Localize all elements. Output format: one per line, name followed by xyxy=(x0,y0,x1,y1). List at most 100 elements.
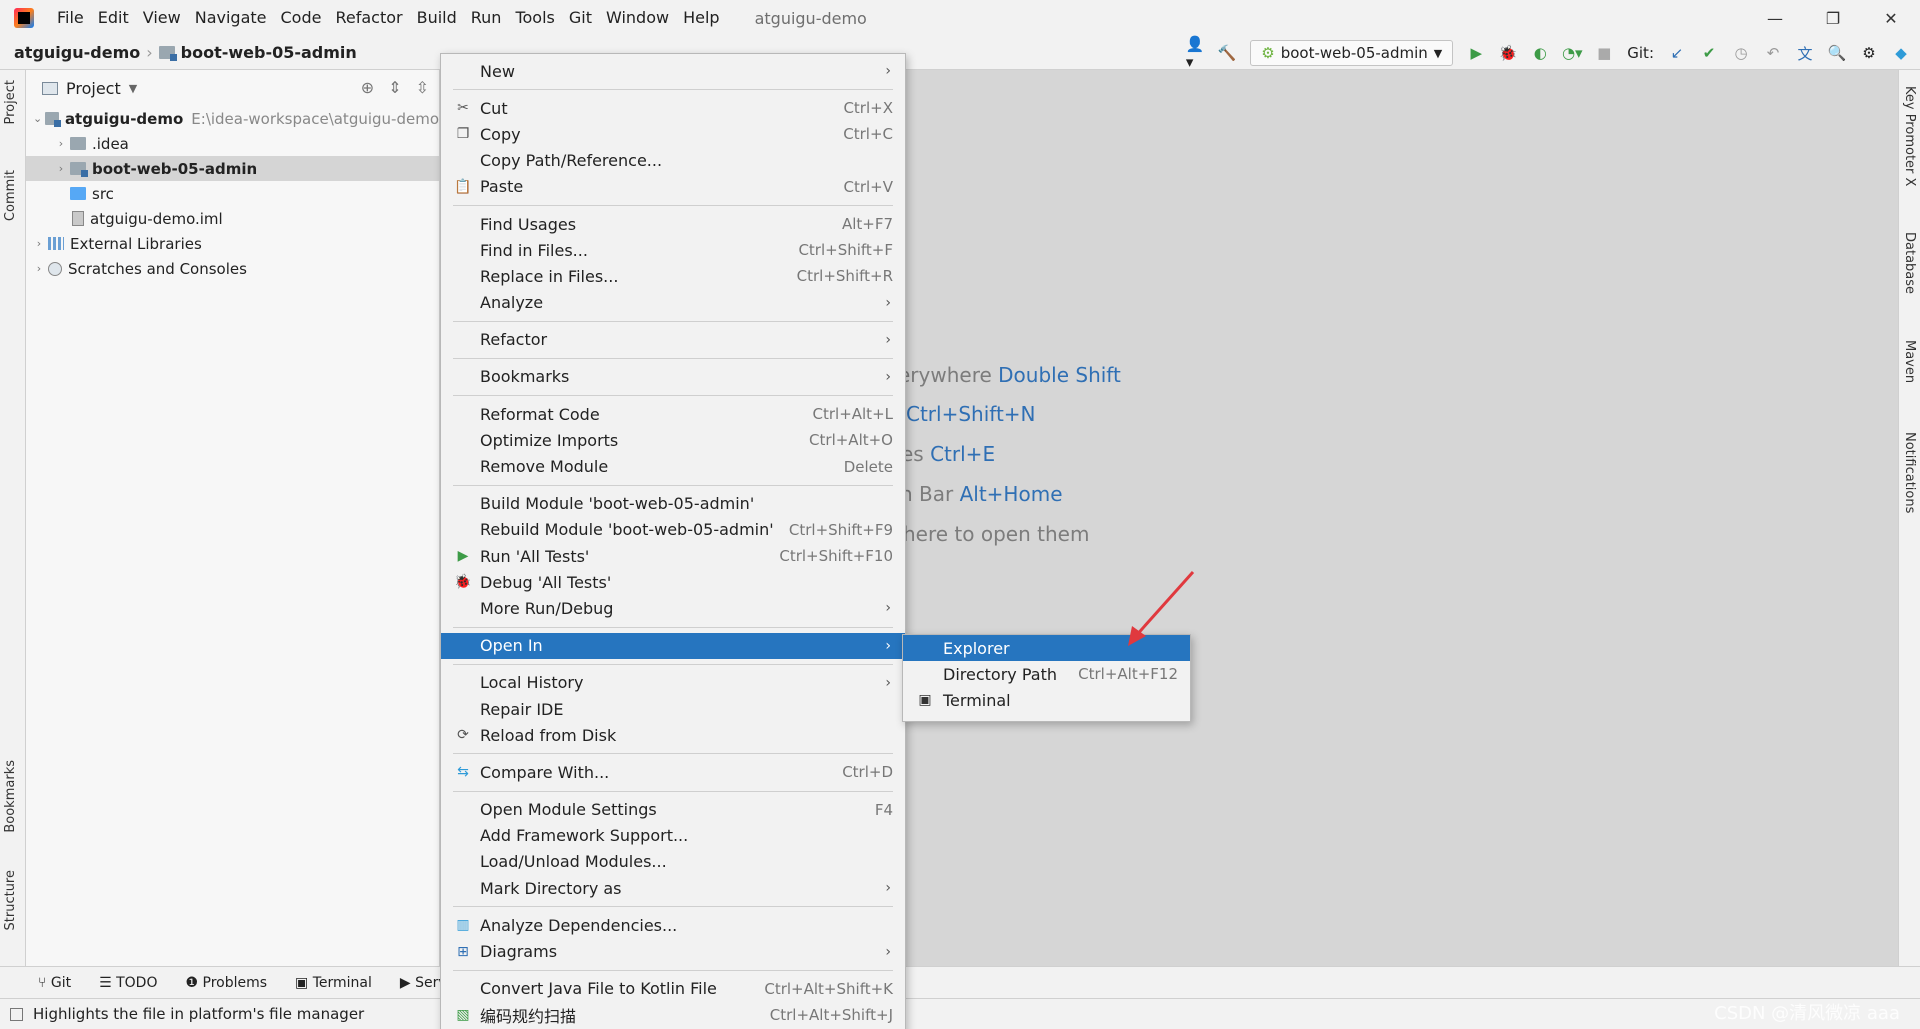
menu-item-replace-in-files[interactable]: Replace in Files... Ctrl+Shift+R xyxy=(441,263,905,289)
tree-node-iml[interactable]: atguigu-demo.iml xyxy=(26,206,439,231)
tool-tab-project[interactable]: Project xyxy=(3,80,18,124)
menu-item-paste[interactable]: 📋 Paste Ctrl+V xyxy=(441,174,905,200)
menu-item-cut[interactable]: ✂ Cut Ctrl+X xyxy=(441,95,905,121)
menu-item-label: Directory Path xyxy=(943,664,1057,684)
close-window-button[interactable]: ✕ xyxy=(1862,0,1920,36)
menu-item-reformat-code[interactable]: Reformat Code Ctrl+Alt+L xyxy=(441,401,905,427)
tree-node-src[interactable]: src xyxy=(26,181,439,206)
menu-item-shortcut: Ctrl+X xyxy=(843,99,893,118)
breadcrumb-project[interactable]: atguigu-demo xyxy=(14,43,140,62)
tool-tab-key-promoter[interactable]: Key Promoter X xyxy=(1902,86,1917,186)
git-update-icon[interactable]: ↙ xyxy=(1668,44,1686,62)
tree-node-module[interactable]: › boot-web-05-admin xyxy=(26,156,439,181)
profile-icon[interactable]: ◔▾ xyxy=(1562,44,1583,62)
chevron-right-icon[interactable]: › xyxy=(30,262,48,275)
menu-item-repair-ide[interactable]: Repair IDE xyxy=(441,696,905,722)
tool-tab-problems[interactable]: ❶ Problems xyxy=(185,975,267,991)
menu-refactor[interactable]: Refactor xyxy=(328,0,409,36)
menu-item-build-module-boot-web-05-admin[interactable]: Build Module 'boot-web-05-admin' xyxy=(441,491,905,517)
build-hammer-icon[interactable]: 🔨 xyxy=(1218,44,1237,62)
menu-window[interactable]: Window xyxy=(599,0,676,36)
minimize-button[interactable]: — xyxy=(1746,0,1804,36)
coverage-icon[interactable]: ◐ xyxy=(1531,44,1549,62)
tool-tab-todo[interactable]: ☰ TODO xyxy=(99,975,157,991)
tool-tab-git[interactable]: ⑂ Git xyxy=(38,975,71,991)
git-history-icon[interactable]: ◷ xyxy=(1732,44,1750,62)
menu-build[interactable]: Build xyxy=(410,0,464,36)
project-panel-title[interactable]: Project xyxy=(66,79,121,98)
plugin-logo-icon[interactable]: ◆ xyxy=(1892,44,1910,62)
tool-tab-bookmarks[interactable]: Bookmarks xyxy=(3,760,18,833)
menu-item-optimize-imports[interactable]: Optimize Imports Ctrl+Alt+O xyxy=(441,427,905,453)
menu-item-compare-with[interactable]: ⇆ Compare With... Ctrl+D xyxy=(441,759,905,785)
menu-item-run-all-tests[interactable]: ▶ Run 'All Tests' Ctrl+Shift+F10 xyxy=(441,543,905,569)
chevron-down-icon[interactable]: ⌄ xyxy=(30,112,45,125)
menu-item-diagrams[interactable]: ⊞ Diagrams › xyxy=(441,938,905,964)
submenu-item-terminal[interactable]: ▣ Terminal xyxy=(903,687,1190,713)
menu-item-analyze[interactable]: Analyze › xyxy=(441,290,905,316)
tool-tab-maven[interactable]: Maven xyxy=(1902,340,1917,383)
restore-button[interactable]: ❐ xyxy=(1804,0,1862,36)
git-rollback-icon[interactable]: ↶ xyxy=(1764,44,1782,62)
menu-navigate[interactable]: Navigate xyxy=(188,0,274,36)
locate-icon[interactable]: ⊕ xyxy=(361,78,374,97)
tool-tab-database[interactable]: Database xyxy=(1902,232,1917,294)
menu-item-mark-directory-as[interactable]: Mark Directory as › xyxy=(441,875,905,901)
menu-item-more-run-debug[interactable]: More Run/Debug › xyxy=(441,595,905,621)
submenu-item-directory-path[interactable]: Directory Path Ctrl+Alt+F12 xyxy=(903,661,1190,687)
tree-node-idea[interactable]: › .idea xyxy=(26,131,439,156)
collapse-all-icon[interactable]: ⇳ xyxy=(416,78,429,97)
menu-item-load-unload-modules[interactable]: Load/Unload Modules... xyxy=(441,849,905,875)
git-branch-icon: ⑂ xyxy=(38,974,51,991)
menu-item-reload-from-disk[interactable]: ⟳ Reload from Disk xyxy=(441,722,905,748)
chevron-right-icon[interactable]: › xyxy=(30,237,48,250)
menu-item-local-history[interactable]: Local History › xyxy=(441,670,905,696)
chevron-right-icon[interactable]: › xyxy=(52,162,70,175)
menu-tools[interactable]: Tools xyxy=(508,0,561,36)
git-commit-icon[interactable]: ✔ xyxy=(1700,44,1718,62)
stop-icon[interactable]: ■ xyxy=(1595,44,1613,62)
tool-tab-commit[interactable]: Commit xyxy=(3,170,18,221)
menu-help[interactable]: Help xyxy=(676,0,726,36)
menu-item-find-in-files[interactable]: Find in Files... Ctrl+Shift+F xyxy=(441,237,905,263)
settings-gear-icon[interactable]: ⚙ xyxy=(1860,44,1878,62)
tool-tab-structure[interactable]: Structure xyxy=(3,870,18,930)
menu-item-open-module-settings[interactable]: Open Module Settings F4 xyxy=(441,797,905,823)
tree-node-external-libraries[interactable]: › External Libraries xyxy=(26,231,439,256)
menu-item-bookmarks[interactable]: Bookmarks › xyxy=(441,364,905,390)
menu-git[interactable]: Git xyxy=(562,0,599,36)
menu-item-convert-java-file-to-kotlin-file[interactable]: Convert Java File to Kotlin File Ctrl+Alt… xyxy=(441,976,905,1002)
breadcrumb-module[interactable]: boot-web-05-admin xyxy=(181,43,357,62)
tool-tab-terminal[interactable]: ▣ Terminal xyxy=(295,975,372,991)
tree-node-root[interactable]: ⌄ atguigu-demo E:\idea-workspace\atguigu… xyxy=(26,106,439,131)
translate-icon[interactable]: 文 xyxy=(1796,44,1814,63)
menu-item-item[interactable]: ▧ 编码规约扫描 Ctrl+Alt+Shift+J xyxy=(441,1002,905,1028)
menu-item-rebuild-module-boot-web-05-admin[interactable]: Rebuild Module 'boot-web-05-admin' Ctrl+S… xyxy=(441,517,905,543)
menu-item-debug-all-tests[interactable]: 🐞 Debug 'All Tests' xyxy=(441,569,905,595)
menu-item-analyze-dependencies[interactable]: ▥ Analyze Dependencies... xyxy=(441,912,905,938)
menu-file[interactable]: File xyxy=(50,0,91,36)
menu-item-add-framework-support[interactable]: Add Framework Support... xyxy=(441,823,905,849)
menu-view[interactable]: View xyxy=(136,0,188,36)
tree-node-scratches[interactable]: › Scratches and Consoles xyxy=(26,256,439,281)
menu-item-find-usages[interactable]: Find Usages Alt+F7 xyxy=(441,211,905,237)
chevron-down-icon[interactable]: ▼ xyxy=(129,82,137,95)
status-toggle-icon[interactable] xyxy=(10,1007,23,1021)
expand-all-icon[interactable]: ⇕ xyxy=(388,78,401,97)
menu-run[interactable]: Run xyxy=(464,0,509,36)
menu-item-copy[interactable]: ❐ Copy Ctrl+C xyxy=(441,121,905,147)
tool-tab-notifications[interactable]: Notifications xyxy=(1902,432,1917,513)
debug-icon[interactable]: 🐞 xyxy=(1499,44,1518,62)
menu-code[interactable]: Code xyxy=(274,0,329,36)
run-icon[interactable]: ▶ xyxy=(1467,44,1485,62)
menu-item-new[interactable]: New › xyxy=(441,58,905,84)
chevron-right-icon[interactable]: › xyxy=(52,137,70,150)
menu-item-open-in[interactable]: Open In › xyxy=(441,632,905,659)
search-icon[interactable]: 🔍 xyxy=(1828,44,1847,62)
user-icon[interactable]: 👤▾ xyxy=(1186,35,1205,71)
menu-item-refactor[interactable]: Refactor › xyxy=(441,327,905,353)
menu-item-remove-module[interactable]: Remove Module Delete xyxy=(441,453,905,479)
menu-item-copy-path-reference[interactable]: Copy Path/Reference... xyxy=(441,148,905,174)
run-configuration-select[interactable]: ⚙ boot-web-05-admin ▼ xyxy=(1250,40,1454,66)
menu-edit[interactable]: Edit xyxy=(91,0,136,36)
